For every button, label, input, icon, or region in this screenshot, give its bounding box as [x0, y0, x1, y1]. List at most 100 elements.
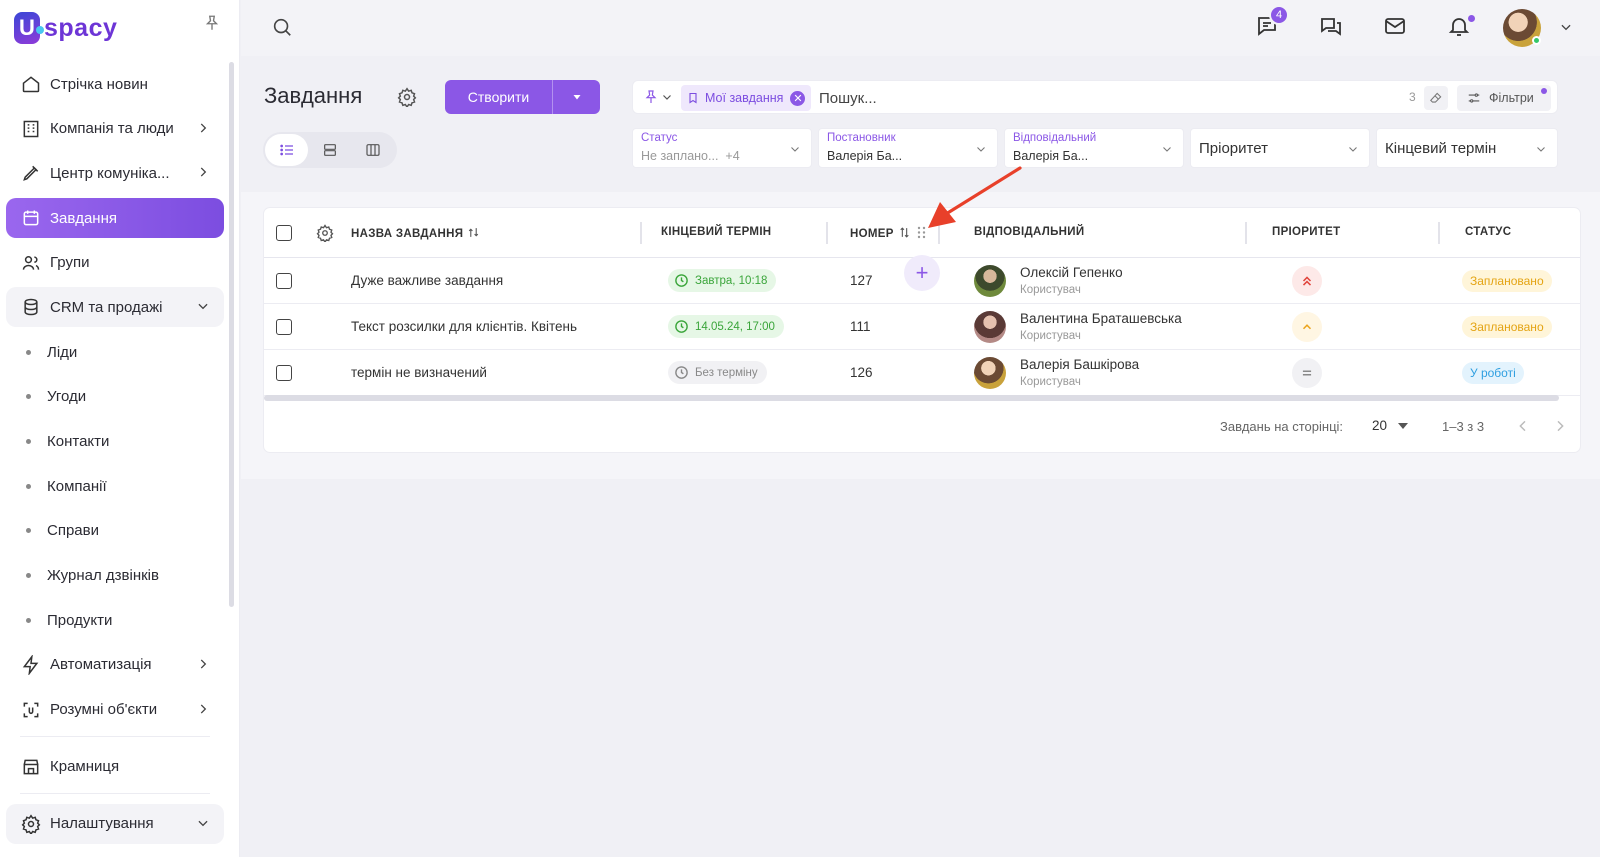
mail-icon[interactable] — [1383, 14, 1409, 40]
column-resizer[interactable] — [1245, 222, 1247, 244]
select-all-checkbox[interactable] — [276, 225, 292, 241]
chevron-down-icon[interactable] — [661, 91, 673, 103]
sidebar-item-automation[interactable]: Автоматизація — [6, 645, 224, 685]
deadline-badge[interactable]: Завтра, 10:18 — [668, 269, 777, 292]
cards-view-button[interactable] — [308, 134, 351, 166]
search-icon[interactable] — [271, 16, 295, 40]
avatar[interactable] — [974, 311, 1006, 343]
filter-placeholder: Пріоритет — [1199, 140, 1268, 157]
column-header-priority[interactable]: ПРІОРИТЕТ — [1272, 226, 1340, 238]
task-name[interactable]: термін не визначений — [351, 365, 487, 380]
sidebar-item-crm[interactable]: CRM та продажі — [6, 287, 224, 328]
priority-normal-icon — [1292, 358, 1322, 388]
responsible-name[interactable]: Олексій Гепенко — [1020, 265, 1123, 280]
sidebar-subitem-deals[interactable]: Угоди — [6, 377, 224, 417]
kanban-view-button[interactable] — [352, 134, 395, 166]
responsible-name[interactable]: Валентина Браташевська — [1020, 311, 1182, 326]
column-resizer[interactable] — [826, 222, 828, 244]
priority-medium-icon — [1292, 312, 1322, 342]
filters-button[interactable]: Фільтри — [1457, 85, 1551, 111]
caret-down-icon[interactable] — [1398, 422, 1408, 430]
status-value: Не заплано... — [641, 149, 719, 163]
horizontal-scrollbar[interactable] — [264, 395, 1559, 401]
table-row[interactable]: термін не визначений Без терміну 126 Вал… — [264, 350, 1580, 396]
column-label: НАЗВА ЗАВДАННЯ — [351, 228, 464, 240]
create-dropdown-button[interactable] — [553, 80, 600, 114]
status-badge[interactable]: Заплановано — [1462, 316, 1552, 338]
logo-mark: U — [14, 12, 44, 44]
sort-icon — [898, 226, 911, 239]
column-header-name[interactable]: НАЗВА ЗАВДАННЯ — [351, 226, 480, 240]
sidebar-item-company[interactable]: Компанія та люди — [6, 109, 224, 149]
deadline-badge[interactable]: Без терміну — [668, 361, 767, 384]
sidebar-subitem-companies[interactable]: Компанії — [6, 466, 224, 506]
avatar[interactable] — [974, 265, 1006, 297]
row-checkbox[interactable] — [276, 319, 292, 335]
deadline-badge[interactable]: 14.05.24, 17:00 — [668, 315, 784, 338]
sidebar-item-groups[interactable]: Групи — [6, 243, 224, 283]
sidebar-scrollbar[interactable] — [229, 62, 234, 607]
filter-value: Не заплано... +4 — [641, 149, 740, 163]
chevron-right-icon — [196, 165, 210, 179]
sidebar-subitem-label: Ліди — [47, 343, 78, 361]
responsible-name[interactable]: Валерія Башкірова — [1020, 357, 1139, 372]
columns-icon — [366, 144, 380, 156]
sidebar-subitem-label: Угоди — [47, 388, 87, 406]
status-badge[interactable]: У роботі — [1462, 362, 1524, 384]
close-icon[interactable]: ✕ — [790, 90, 806, 106]
filter-chip-my-tasks[interactable]: Мої завдання ✕ — [681, 85, 812, 111]
logo-letter: U — [19, 15, 35, 40]
logo-text: spacy — [44, 13, 118, 42]
logo[interactable]: U spacy — [14, 10, 117, 46]
column-header-deadline[interactable]: КІНЦЕВИЙ ТЕРМІН — [661, 226, 771, 238]
gear-icon[interactable] — [397, 87, 417, 107]
row-checkbox[interactable] — [276, 365, 292, 381]
column-resizer[interactable] — [1438, 222, 1440, 244]
sidebar-item-news[interactable]: Стрічка новин — [6, 64, 224, 104]
list-view-button[interactable] — [265, 134, 309, 166]
sidebar-subitem-contacts[interactable]: Контакти — [6, 422, 224, 462]
column-header-number[interactable]: НОМЕР — [850, 226, 927, 240]
status-badge[interactable]: Заплановано — [1462, 270, 1552, 292]
filter-status[interactable]: Статус Не заплано... +4 — [632, 128, 812, 168]
sidebar-item-settings[interactable]: Налаштування — [6, 803, 224, 844]
avatar[interactable] — [974, 357, 1006, 389]
chevron-right-icon[interactable] — [1552, 418, 1568, 434]
table-row[interactable]: Текст розсилки для клієнтів. Квітень 14.… — [264, 304, 1580, 350]
create-button[interactable]: Створити — [445, 80, 553, 114]
sidebar-item-communication[interactable]: Центр комуніка... — [6, 153, 224, 193]
chevron-right-icon — [196, 121, 210, 135]
pin-icon[interactable] — [643, 89, 659, 105]
sort-icon — [467, 226, 480, 239]
sidebar-subitem-call-log[interactable]: Журнал дзвінків — [6, 556, 224, 596]
task-name[interactable]: Текст розсилки для клієнтів. Квітень — [351, 319, 577, 334]
sidebar-subitem-leads[interactable]: Ліди — [6, 332, 224, 372]
filter-responsible[interactable]: Відповідальний Валерія Ба... — [1004, 128, 1184, 168]
sidebar-subitem-activities[interactable]: Справи — [6, 511, 224, 551]
add-column-button[interactable]: + — [904, 255, 940, 291]
sidebar-item-store[interactable]: Крамниця — [6, 747, 224, 787]
chevron-down-icon[interactable] — [1559, 20, 1573, 34]
filter-deadline[interactable]: Кінцевий термін — [1376, 128, 1558, 168]
sidebar-item-tasks[interactable]: Завдання — [6, 198, 224, 239]
task-name[interactable]: Дуже важливе завдання — [351, 273, 503, 288]
sidebar-item-label: Стрічка новин — [50, 75, 148, 93]
gear-icon[interactable] — [316, 224, 334, 242]
pin-sidebar-icon[interactable] — [203, 14, 221, 32]
column-header-status[interactable]: СТАТУС — [1465, 226, 1511, 238]
filter-author[interactable]: Постановник Валерія Ба... — [818, 128, 998, 168]
column-resizer[interactable] — [640, 222, 642, 244]
chevron-right-icon — [196, 657, 210, 671]
chevron-left-icon[interactable] — [1515, 418, 1531, 434]
filter-priority[interactable]: Пріоритет — [1190, 128, 1370, 168]
row-checkbox[interactable] — [276, 273, 292, 289]
deadline-text: Завтра, 10:18 — [695, 274, 768, 287]
search-input[interactable] — [819, 85, 1359, 111]
sidebar-subitem-products[interactable]: Продукти — [6, 600, 224, 640]
eraser-icon[interactable] — [1424, 86, 1448, 110]
per-page-select[interactable]: 20 — [1372, 418, 1387, 433]
sidebar-item-smart-objects[interactable]: Розумні об'єкти — [6, 690, 224, 730]
messages-icon[interactable] — [1319, 14, 1345, 40]
task-number: 127 — [850, 273, 873, 288]
user-avatar[interactable] — [1503, 9, 1541, 47]
